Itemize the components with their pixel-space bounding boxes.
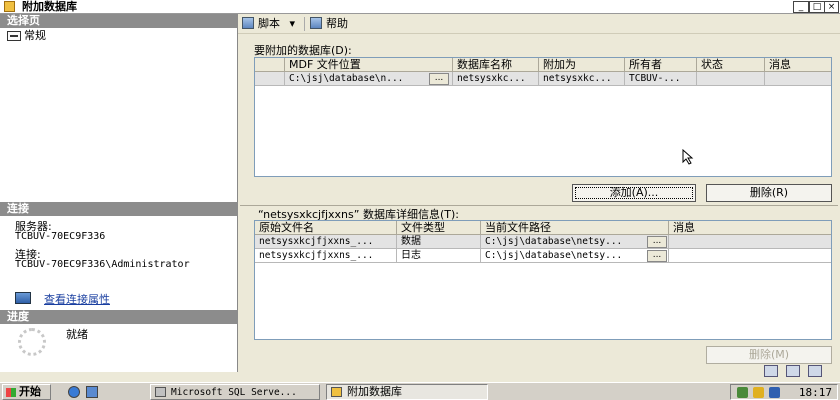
mouse-cursor-icon xyxy=(682,149,694,165)
col-mdf-location[interactable]: MDF 文件位置 xyxy=(285,58,453,72)
row-header-corner xyxy=(255,58,285,72)
page-item-label: 常规 xyxy=(24,29,46,42)
browse-path-button[interactable]: ... xyxy=(647,236,667,248)
task-label: Microsoft SQL Serve... xyxy=(171,387,297,398)
current-path-cell[interactable]: C:\jsj\database\netsy... xyxy=(481,249,669,263)
browse-mdf-button[interactable]: ... xyxy=(429,73,449,85)
details-grid[interactable]: 原始文件名 文件类型 当前文件路径 消息 netsysxkcjfjxxns_..… xyxy=(254,220,832,340)
db-name-cell[interactable]: netsysxkc... xyxy=(453,72,539,86)
col-current-path[interactable]: 当前文件路径 xyxy=(481,221,669,235)
col-details-message[interactable]: 消息 xyxy=(669,221,831,235)
ie-icon[interactable] xyxy=(68,386,80,398)
message-cell xyxy=(765,72,831,86)
help-icon[interactable] xyxy=(786,365,800,377)
remove-details-button[interactable]: 删除(M) xyxy=(706,346,832,364)
row-header[interactable] xyxy=(255,72,285,86)
page-icon xyxy=(7,31,21,41)
window-title: 附加数据库 xyxy=(22,0,77,13)
resize-grip-icon[interactable] xyxy=(808,365,822,377)
table-row[interactable]: C:\jsj\database\n... ... netsysxkc... ne… xyxy=(255,72,831,86)
table-row[interactable]: netsysxkcjfjxxns_... 数据 C:\jsj\database\… xyxy=(255,235,831,249)
tray-network-icon[interactable] xyxy=(737,387,748,398)
task-attach-database[interactable]: 附加数据库 xyxy=(326,384,488,400)
start-button[interactable]: 开始 xyxy=(2,384,51,400)
file-type-cell: 日志 xyxy=(397,249,481,263)
file-type-cell: 数据 xyxy=(397,235,481,249)
connection-header: 连接 xyxy=(0,202,238,216)
system-tray: 18:17 xyxy=(730,384,838,400)
desktop-icon[interactable] xyxy=(86,386,98,398)
windows-flag-icon xyxy=(6,388,16,397)
owner-cell[interactable]: TCBUV-... xyxy=(625,72,697,86)
task-sql-server[interactable]: Microsoft SQL Serve... xyxy=(150,384,320,400)
toolbar: 脚本 ▾ 帮助 xyxy=(238,14,840,34)
remove-attach-button[interactable]: 删除(R) xyxy=(706,184,832,202)
script-button[interactable]: 脚本 ▾ xyxy=(242,16,295,32)
page-item-general[interactable]: 常规 xyxy=(6,29,46,43)
attach-db-icon xyxy=(331,387,342,397)
sql-server-icon xyxy=(155,387,166,397)
select-page-header: 选择页 xyxy=(0,14,238,28)
details-grid-header: 原始文件名 文件类型 当前文件路径 消息 xyxy=(255,221,831,235)
col-db-name[interactable]: 数据库名称 xyxy=(453,58,539,72)
details-message-cell xyxy=(669,249,831,263)
tray-input-icon[interactable] xyxy=(769,387,780,398)
help-label: 帮助 xyxy=(326,17,348,30)
col-owner[interactable]: 所有者 xyxy=(625,58,697,72)
current-path-cell[interactable]: C:\jsj\database\netsy... xyxy=(481,235,669,249)
script-label: 脚本 xyxy=(258,17,280,30)
minimize-button[interactable]: _ xyxy=(793,1,809,13)
toolbar-separator xyxy=(304,17,305,31)
network-icon xyxy=(764,365,778,377)
task-label: 附加数据库 xyxy=(347,385,402,398)
progress-spinner-icon xyxy=(18,328,46,356)
help-button[interactable]: 帮助 xyxy=(310,16,348,32)
tray-shield-icon[interactable] xyxy=(753,387,764,398)
connection-value: TCBUV-70EC9F336\Administrator xyxy=(15,259,190,270)
progress-header: 进度 xyxy=(0,310,238,324)
server-value: TCBUV-70EC9F336 xyxy=(15,231,106,242)
mdf-location-cell[interactable]: C:\jsj\database\n... xyxy=(285,72,453,86)
browse-path-button[interactable]: ... xyxy=(647,250,667,262)
attach-grid-header: MDF 文件位置 数据库名称 附加为 所有者 状态 消息 xyxy=(255,58,831,72)
status-strip xyxy=(764,365,830,379)
maximize-button[interactable]: □ xyxy=(809,1,825,13)
start-label: 开始 xyxy=(19,385,41,398)
chevron-down-icon[interactable]: ▾ xyxy=(290,17,296,30)
view-props-link-text[interactable]: 查看连接属性 xyxy=(44,291,110,307)
status-text: 就绪 xyxy=(66,328,88,341)
left-pane: 选择页 常规 连接 服务器: TCBUV-70EC9F336 连接: TCBUV… xyxy=(0,14,238,372)
status-cell xyxy=(697,72,765,86)
col-file-type[interactable]: 文件类型 xyxy=(397,221,481,235)
clock[interactable]: 18:17 xyxy=(799,386,832,399)
help-icon xyxy=(310,17,322,29)
add-button[interactable]: 添加(A)... xyxy=(572,184,696,202)
attach-as-cell[interactable]: netsysxkc... xyxy=(539,72,625,86)
taskbar: 开始 Microsoft SQL Serve... 附加数据库 18:17 xyxy=(0,382,840,400)
col-message[interactable]: 消息 xyxy=(765,58,831,72)
col-attach-as[interactable]: 附加为 xyxy=(539,58,625,72)
app-icon xyxy=(4,1,15,12)
close-button[interactable]: × xyxy=(824,1,839,13)
attach-databases-grid[interactable]: MDF 文件位置 数据库名称 附加为 所有者 状态 消息 C:\jsj\data… xyxy=(254,57,832,177)
title-bar: 附加数据库 _ □ × xyxy=(0,0,840,14)
original-file-cell[interactable]: netsysxkcjfjxxns_... xyxy=(255,235,397,249)
table-row[interactable]: netsysxkcjfjxxns_... 日志 C:\jsj\database\… xyxy=(255,249,831,263)
col-status[interactable]: 状态 xyxy=(697,58,765,72)
attach-databases-label: 要附加的数据库(D): xyxy=(254,44,352,57)
script-icon xyxy=(242,17,254,29)
connection-properties-icon xyxy=(15,292,31,304)
original-file-cell[interactable]: netsysxkcjfjxxns_... xyxy=(255,249,397,263)
details-message-cell xyxy=(669,235,831,249)
col-original-file[interactable]: 原始文件名 xyxy=(255,221,397,235)
